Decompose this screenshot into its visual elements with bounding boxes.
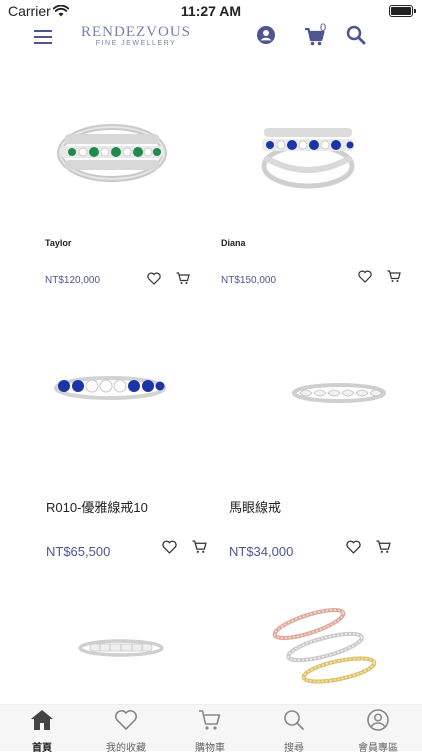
cart-icon bbox=[198, 710, 222, 735]
product-name[interactable]: R010-優雅線戒10 bbox=[46, 497, 148, 516]
account-icon[interactable] bbox=[256, 25, 276, 45]
product-card[interactable]: R010-優雅線戒10 NT$65,500 bbox=[46, 360, 222, 570]
tab-favorites[interactable]: 我的收藏 bbox=[84, 709, 168, 754]
product-name[interactable]: Diana bbox=[221, 238, 246, 248]
tab-label: 搜尋 bbox=[284, 743, 304, 754]
product-card[interactable] bbox=[229, 590, 405, 704]
add-to-cart-icon[interactable] bbox=[376, 540, 391, 559]
heart-icon[interactable] bbox=[147, 272, 161, 290]
add-to-cart-icon[interactable] bbox=[192, 540, 207, 559]
tab-label: 我的收藏 bbox=[106, 743, 146, 754]
tab-search[interactable]: 搜尋 bbox=[252, 709, 336, 754]
heart-icon bbox=[114, 710, 138, 735]
brand-name: RENDEZVOUS bbox=[81, 24, 191, 40]
tab-label: 購物車 bbox=[195, 743, 225, 754]
top-navbar: RENDEZVOUS FINE JEWELLERY 0 bbox=[0, 22, 422, 60]
tab-home[interactable]: 首頁 bbox=[0, 709, 84, 754]
brand-tagline: FINE JEWELLERY bbox=[95, 40, 177, 47]
user-icon bbox=[366, 709, 390, 735]
heart-icon[interactable] bbox=[162, 540, 177, 559]
add-to-cart-icon[interactable] bbox=[176, 272, 190, 290]
sapphire-band-image[interactable] bbox=[54, 372, 166, 402]
product-card[interactable] bbox=[46, 590, 222, 704]
status-bar: Carrier 11:27 AM bbox=[0, 0, 422, 22]
product-price: NT$65,500 bbox=[46, 544, 111, 559]
search-icon bbox=[282, 710, 306, 735]
bottom-tab-bar: 首頁 我的收藏 購物車 搜尋 會員專區 bbox=[0, 704, 422, 754]
search-icon[interactable] bbox=[346, 25, 366, 45]
product-price: NT$120,000 bbox=[45, 275, 101, 286]
status-time: 11:27 AM bbox=[180, 3, 242, 19]
heart-icon[interactable] bbox=[358, 270, 372, 288]
marquise-band-image[interactable] bbox=[292, 382, 386, 404]
product-card[interactable]: 馬眼線戒 NT$34,000 bbox=[229, 360, 405, 570]
tab-label: 首頁 bbox=[32, 743, 52, 754]
tab-label: 會員專區 bbox=[358, 743, 398, 754]
tab-member[interactable]: 會員專區 bbox=[336, 709, 420, 754]
home-icon bbox=[30, 710, 54, 735]
product-card[interactable]: Taylor NT$120,000 bbox=[45, 60, 221, 300]
sapphire-ring-image[interactable] bbox=[258, 122, 358, 194]
stacked-bands-image[interactable] bbox=[269, 602, 379, 692]
menu-icon[interactable] bbox=[33, 27, 53, 47]
battery-icon bbox=[389, 5, 416, 17]
heart-icon[interactable] bbox=[346, 540, 361, 559]
emerald-ring-image[interactable] bbox=[57, 122, 167, 184]
brand-logo[interactable]: RENDEZVOUS FINE JEWELLERY bbox=[78, 24, 194, 47]
product-price: NT$150,000 bbox=[221, 275, 277, 286]
product-name[interactable]: 馬眼線戒 bbox=[229, 497, 281, 516]
diamond-band-image[interactable] bbox=[78, 638, 164, 658]
add-to-cart-icon[interactable] bbox=[387, 270, 401, 288]
product-price: NT$34,000 bbox=[229, 544, 294, 559]
product-name[interactable]: Taylor bbox=[45, 238, 71, 248]
tab-cart[interactable]: 購物車 bbox=[168, 709, 252, 754]
cart-count-badge: 0 bbox=[320, 22, 327, 34]
product-card[interactable]: Diana NT$150,000 bbox=[221, 60, 401, 300]
